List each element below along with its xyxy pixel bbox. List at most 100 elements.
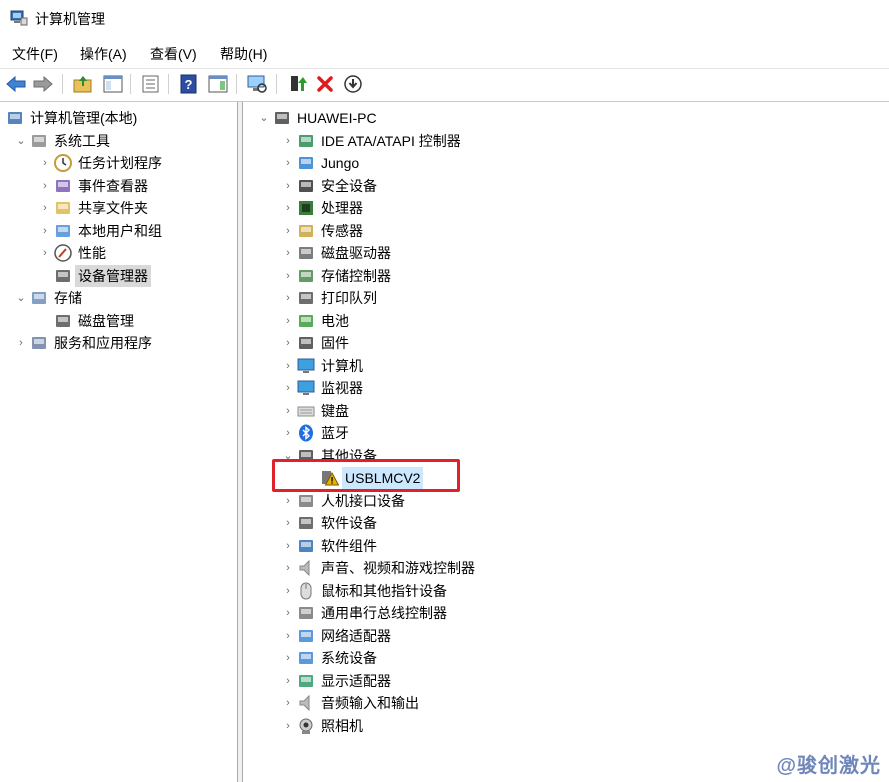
chevron-right-icon[interactable]: › <box>283 220 293 242</box>
tree-item[interactable]: › IDE ATA/ATAPI 控制器 <box>243 130 889 152</box>
tree-item-label: 传感器 <box>321 222 363 239</box>
scan-hardware-icon[interactable] <box>246 73 268 95</box>
chevron-down-icon[interactable]: ⌄ <box>259 107 269 129</box>
tree-item[interactable]: ⌄ 系统工具 <box>0 130 236 152</box>
tree-item[interactable]: › 蓝牙 <box>243 422 889 444</box>
chevron-right-icon[interactable]: › <box>16 332 26 354</box>
menu-view[interactable]: 查看(V) <box>150 44 197 64</box>
chevron-right-icon[interactable]: › <box>283 400 293 422</box>
tree-item[interactable]: › 显示适配器 <box>243 670 889 692</box>
tree-item[interactable]: 设备管理器 <box>0 264 236 287</box>
tree-item[interactable]: › 存储控制器 <box>243 265 889 287</box>
menu-help[interactable]: 帮助(H) <box>220 44 267 64</box>
tree-item[interactable]: › 键盘 <box>243 400 889 422</box>
tree-item-label: 服务和应用程序 <box>54 335 152 351</box>
pc-icon <box>273 109 291 127</box>
chevron-right-icon[interactable]: › <box>40 242 50 264</box>
chevron-right-icon[interactable]: › <box>283 580 293 602</box>
tree-item[interactable]: ⌄ 存储 <box>0 287 236 309</box>
chevron-right-icon[interactable]: › <box>283 602 293 624</box>
chevron-right-icon[interactable]: › <box>283 287 293 309</box>
tree-item[interactable]: › 服务和应用程序 <box>0 332 236 354</box>
firmware-icon <box>297 334 315 352</box>
ide-controller-icon <box>297 132 315 150</box>
tree-item[interactable]: › 任务计划程序 <box>0 152 236 174</box>
disable-device-icon[interactable] <box>342 73 364 95</box>
chevron-right-icon[interactable]: › <box>283 377 293 399</box>
tree-item[interactable]: 磁盘管理 <box>0 310 236 332</box>
chevron-right-icon[interactable]: › <box>283 535 293 557</box>
chevron-right-icon[interactable]: › <box>283 692 293 714</box>
tree-item-label: 事件查看器 <box>78 177 148 194</box>
tree-item[interactable]: › 照相机 <box>243 715 889 737</box>
tree-item[interactable]: › 通用串行总线控制器 <box>243 602 889 624</box>
chevron-right-icon[interactable]: › <box>283 332 293 354</box>
menu-bar: 文件(F) 操作(A) 查看(V) 帮助(H) <box>0 40 889 66</box>
chevron-right-icon[interactable]: › <box>40 175 50 197</box>
tree-item[interactable]: › 打印队列 <box>243 287 889 309</box>
monitor-icon <box>297 379 315 397</box>
export-list-icon[interactable] <box>140 73 162 95</box>
tree-item[interactable]: › 系统设备 <box>243 647 889 669</box>
tree-item[interactable]: › 共享文件夹 <box>0 197 236 219</box>
chevron-right-icon[interactable]: › <box>283 197 293 219</box>
chevron-down-icon[interactable]: ⌄ <box>16 130 26 152</box>
chevron-right-icon[interactable]: › <box>283 557 293 579</box>
tree-item[interactable]: › 监视器 <box>243 377 889 399</box>
chevron-right-icon[interactable]: › <box>283 130 293 152</box>
tree-item[interactable]: › 处理器 <box>243 197 889 219</box>
chevron-right-icon[interactable]: › <box>283 647 293 669</box>
menu-action[interactable]: 操作(A) <box>80 44 127 64</box>
tree-item-label: 系统设备 <box>321 650 377 666</box>
tree-item[interactable]: › 磁盘驱动器 <box>243 242 889 264</box>
up-folder-icon[interactable] <box>72 73 94 95</box>
chevron-right-icon[interactable]: › <box>283 625 293 647</box>
chevron-right-icon[interactable]: › <box>40 197 50 219</box>
tree-item[interactable]: › 网络适配器 <box>243 625 889 647</box>
chevron-right-icon[interactable]: › <box>40 152 50 174</box>
tree-item[interactable]: › 安全设备 <box>243 175 889 197</box>
tree-item[interactable]: › 人机接口设备 <box>243 490 889 512</box>
forward-arrow-icon[interactable] <box>32 73 54 95</box>
show-hide-tree-icon[interactable] <box>102 73 124 95</box>
action-pane-icon[interactable] <box>207 73 229 95</box>
tree-item[interactable]: 计算机管理(本地) <box>0 107 236 129</box>
chevron-right-icon[interactable]: › <box>283 490 293 512</box>
tree-item[interactable]: › Jungo <box>243 152 889 174</box>
clock-icon <box>54 154 72 172</box>
tree-item[interactable]: › 声音、视频和游戏控制器 <box>243 557 889 579</box>
update-driver-icon[interactable] <box>286 73 308 95</box>
chevron-right-icon[interactable]: › <box>283 242 293 264</box>
device-tree: ⌄ HUAWEI-PC › IDE ATA/ATAPI 控制器 › Jungo › 安全设备 ›… <box>242 102 889 782</box>
tree-item[interactable]: › 固件 <box>243 332 889 354</box>
tree-item[interactable]: › 本地用户和组 <box>0 220 236 242</box>
tree-item[interactable]: › 计算机 <box>243 355 889 377</box>
tree-item[interactable]: › 音频输入和输出 <box>243 692 889 714</box>
tree-item[interactable]: › 电池 <box>243 310 889 332</box>
tree-item[interactable]: ⌄ HUAWEI-PC <box>243 107 889 129</box>
tree-item[interactable]: › 性能 <box>0 242 236 264</box>
chevron-right-icon[interactable]: › <box>283 152 293 174</box>
chevron-right-icon[interactable]: › <box>40 220 50 242</box>
tree-item[interactable]: › 鼠标和其他指针设备 <box>243 580 889 602</box>
chevron-right-icon[interactable]: › <box>283 310 293 332</box>
chevron-right-icon[interactable]: › <box>283 175 293 197</box>
menu-file[interactable]: 文件(F) <box>12 44 58 64</box>
computer-management-icon <box>6 109 24 127</box>
back-arrow-icon[interactable] <box>5 73 27 95</box>
tree-item[interactable]: › 软件设备 <box>243 512 889 534</box>
chevron-right-icon[interactable]: › <box>283 265 293 287</box>
chevron-right-icon[interactable]: › <box>283 670 293 692</box>
chevron-down-icon[interactable]: ⌄ <box>16 287 26 309</box>
tree-item[interactable]: › 传感器 <box>243 220 889 242</box>
help-icon[interactable]: ? <box>178 73 200 95</box>
chevron-right-icon[interactable]: › <box>283 715 293 737</box>
tree-item-label: 电池 <box>321 312 349 329</box>
uninstall-icon[interactable] <box>314 73 336 95</box>
chevron-right-icon[interactable]: › <box>283 355 293 377</box>
chevron-right-icon[interactable]: › <box>283 422 293 444</box>
tree-item-label: 磁盘驱动器 <box>321 245 391 261</box>
chevron-right-icon[interactable]: › <box>283 512 293 534</box>
tree-item[interactable]: › 软件组件 <box>243 535 889 557</box>
tree-item[interactable]: › 事件查看器 <box>0 175 236 197</box>
